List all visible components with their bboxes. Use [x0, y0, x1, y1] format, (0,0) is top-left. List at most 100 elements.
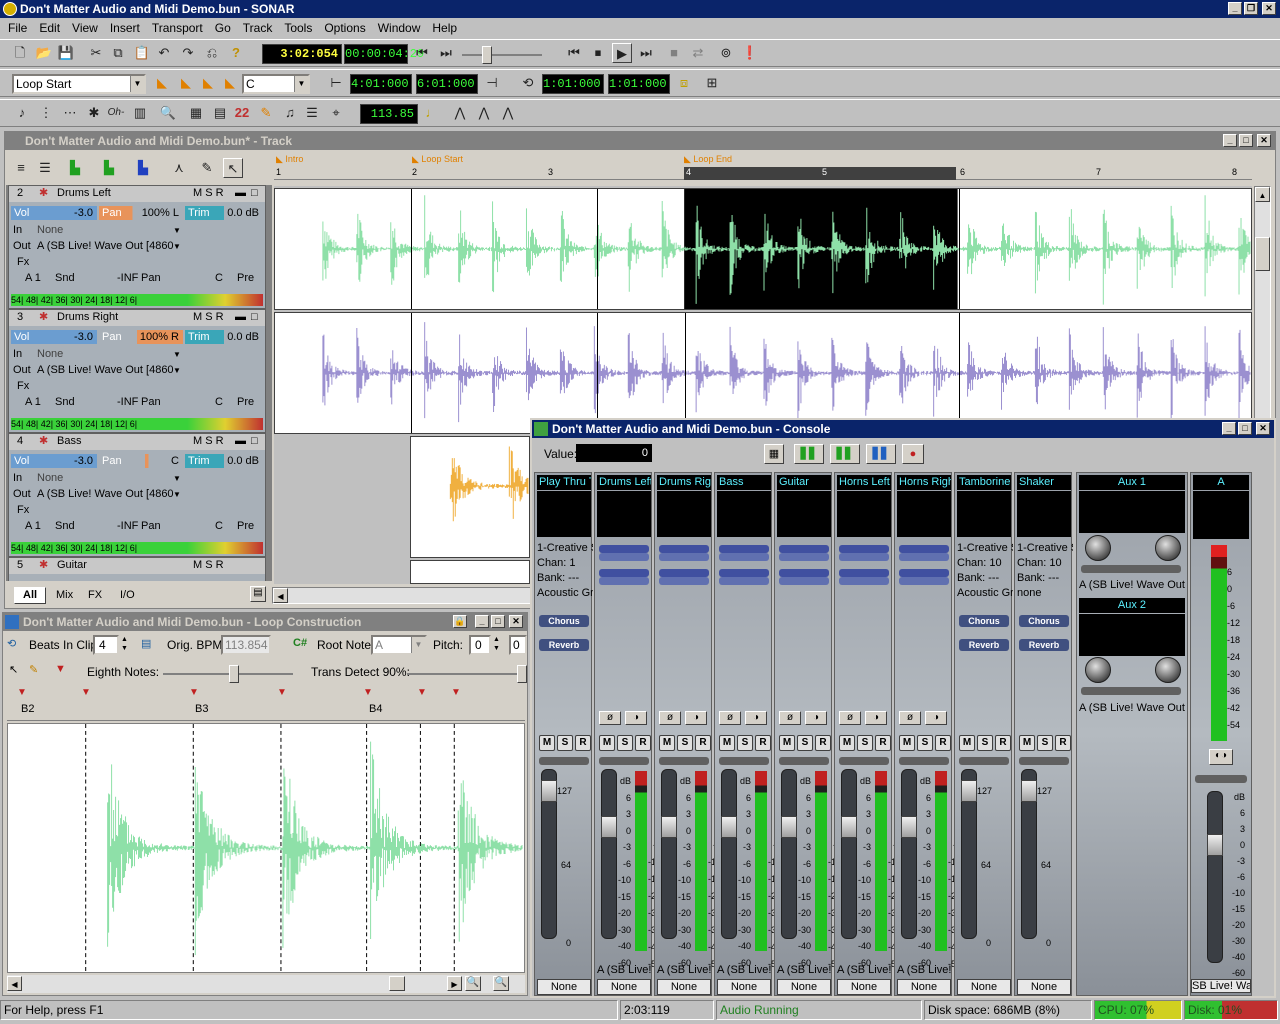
- chevron-down-icon[interactable]: ▼: [173, 363, 181, 378]
- pan-slider[interactable]: [899, 757, 949, 765]
- aux-output[interactable]: A (SB Live! Wave Out: [1079, 702, 1187, 714]
- trim-control[interactable]: Trim 0.0 dB: [185, 206, 263, 220]
- fx-row[interactable]: Fx: [9, 255, 265, 270]
- in-value[interactable]: None: [37, 347, 63, 362]
- send-pan-slider[interactable]: [599, 553, 649, 561]
- loop-from-time[interactable]: 1:01:000: [542, 74, 604, 94]
- send2-level-slider[interactable]: [659, 569, 709, 577]
- mute-button[interactable]: M: [599, 735, 615, 751]
- msr-buttons[interactable]: M S R: [193, 558, 224, 573]
- menu-transport[interactable]: Transport: [146, 19, 209, 37]
- send-pre-label[interactable]: Pre: [237, 271, 254, 286]
- pan-slider[interactable]: [839, 757, 889, 765]
- pan-slider[interactable]: [959, 757, 1009, 765]
- track-strip[interactable]: 2 ✱ Drums Left M S R ▬ □ Vol -3.0 Pan 100%…: [8, 185, 266, 309]
- tab-all[interactable]: All: [14, 587, 47, 604]
- metronome-icon[interactable]: ♪: [12, 103, 32, 123]
- loop-waveform-area[interactable]: [7, 723, 525, 973]
- send2-pan-slider[interactable]: [839, 577, 889, 585]
- console-record-icon[interactable]: ●: [902, 444, 924, 464]
- midi-bank[interactable]: Bank: ---: [1017, 571, 1073, 585]
- copy-icon[interactable]: ⧉: [108, 43, 128, 63]
- in-row[interactable]: In None ▼: [9, 347, 265, 362]
- midi-volume-fader[interactable]: [1021, 769, 1037, 939]
- grid-icon[interactable]: ⋯: [60, 103, 80, 123]
- rewind-icon[interactable]: ⏮: [564, 43, 584, 63]
- from-time[interactable]: 4:01:000: [350, 74, 412, 94]
- transient-marker-icon[interactable]: ▼: [17, 687, 27, 698]
- timeline-ruler[interactable]: ◣ Intro ◣ Loop Start ◣ Loop End 1 2 3 4 …: [274, 154, 1252, 180]
- phase-icon[interactable]: ø: [899, 711, 921, 725]
- track-expand-icon[interactable]: □: [251, 186, 258, 201]
- mute-button[interactable]: M: [719, 735, 735, 751]
- strip-input[interactable]: None: [657, 979, 711, 995]
- send-level-slider[interactable]: [839, 545, 889, 553]
- track-strip[interactable]: 3 ✱ Drums Right M S R ▬ □ Vol -3.0 Pan 100…: [8, 309, 266, 433]
- strip-input[interactable]: None: [717, 979, 771, 995]
- track-props-icon[interactable]: ▤: [250, 586, 266, 602]
- minimize-button[interactable]: _: [1228, 2, 1242, 15]
- redo-icon[interactable]: ↷: [178, 43, 198, 63]
- fx-row[interactable]: Fx: [9, 379, 265, 394]
- play-icon[interactable]: ▶: [612, 43, 632, 63]
- loop-icon[interactable]: ⟲: [518, 73, 538, 93]
- fx-reverb-button[interactable]: Reverb: [1019, 639, 1069, 651]
- trans-detect-thumb[interactable]: [517, 665, 527, 683]
- strip-output[interactable]: A (SB Live!: [717, 963, 773, 977]
- send-snd-label[interactable]: Snd: [55, 271, 75, 286]
- midi-bank[interactable]: Bank: ---: [537, 571, 593, 585]
- pan-control[interactable]: Pan 100% R: [99, 330, 183, 344]
- track-minimize-icon[interactable]: ▬: [235, 186, 246, 201]
- pan-slider[interactable]: [779, 757, 829, 765]
- console-widen-icon[interactable]: ▦: [764, 444, 784, 464]
- track-name[interactable]: Bass: [57, 434, 81, 449]
- cut-icon[interactable]: ✂: [86, 43, 106, 63]
- track-minimize-icon[interactable]: ▬: [235, 310, 246, 325]
- menu-go[interactable]: Go: [209, 19, 237, 37]
- strip-output[interactable]: A (SB Live!: [897, 963, 953, 977]
- solo-button[interactable]: S: [1037, 735, 1053, 751]
- solo-button[interactable]: S: [677, 735, 693, 751]
- track-envelope-icon[interactable]: ⋏: [169, 158, 189, 178]
- solo-button[interactable]: S: [557, 735, 573, 751]
- strip-output[interactable]: A (SB Live!: [777, 963, 833, 977]
- send2-pan-slider[interactable]: [779, 577, 829, 585]
- tempo-icon[interactable]: ♩: [422, 103, 442, 123]
- chevron-down-icon[interactable]: ▼: [173, 487, 181, 502]
- out-value[interactable]: A (SB Live! Wave Out [4860: [37, 487, 177, 502]
- interleave-icon[interactable]: ◑: [745, 711, 767, 725]
- rewind-marker-icon[interactable]: ⏮: [412, 43, 432, 63]
- marker-intro[interactable]: ◣ Intro: [276, 154, 303, 165]
- console-maximize-button[interactable]: □: [1238, 422, 1252, 435]
- select-tool-icon[interactable]: ↖: [9, 663, 18, 676]
- strip-name[interactable]: Tamborine: [957, 475, 1011, 490]
- solo-button[interactable]: S: [977, 735, 993, 751]
- record-arm-button[interactable]: R: [575, 735, 591, 751]
- markers-view-icon[interactable]: ⌖: [326, 103, 346, 123]
- phase-icon[interactable]: ø: [659, 711, 681, 725]
- marker-next-icon[interactable]: ◣: [176, 73, 196, 93]
- record-arm-button[interactable]: R: [635, 735, 651, 751]
- loop-close-button[interactable]: ✕: [509, 615, 523, 628]
- track-view-icon[interactable]: ▙: [133, 158, 153, 178]
- send-level-slider[interactable]: [719, 545, 769, 553]
- pan-control[interactable]: Pan C: [99, 454, 183, 468]
- menu-view[interactable]: View: [66, 19, 104, 37]
- volume-fader[interactable]: [661, 769, 677, 939]
- root-note-icon[interactable]: C#: [293, 637, 307, 649]
- send-pan-label[interactable]: Pan: [141, 519, 161, 534]
- strip-name[interactable]: Play Thru T: [537, 475, 591, 490]
- fx-chorus-button[interactable]: Chorus: [539, 615, 589, 627]
- edit-icon[interactable]: ✎: [256, 103, 276, 123]
- mute-button[interactable]: M: [779, 735, 795, 751]
- save-icon[interactable]: 💾: [56, 43, 76, 63]
- scroll-thumb[interactable]: [389, 976, 405, 991]
- fx-reverb-button[interactable]: Reverb: [539, 639, 589, 651]
- in-value[interactable]: None: [37, 223, 63, 238]
- transient-marker-icon[interactable]: ▼: [277, 687, 287, 698]
- pitch-fine-input[interactable]: 0: [509, 635, 527, 655]
- track-strip[interactable]: 5 ✱ Guitar M S R: [8, 557, 266, 581]
- console-meter2-icon[interactable]: ▋▋: [830, 444, 860, 464]
- strip-name[interactable]: Drums Right: [657, 475, 711, 490]
- chevron-down-icon[interactable]: ▼: [130, 76, 144, 92]
